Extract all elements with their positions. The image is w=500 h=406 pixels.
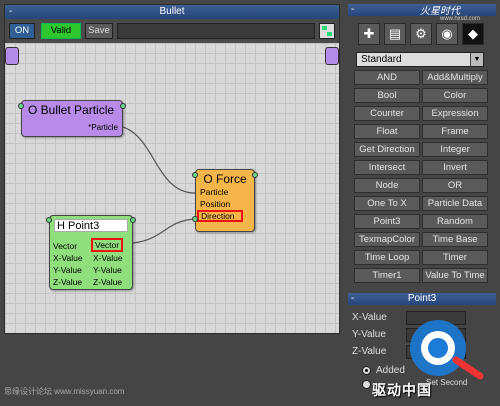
- zoom-icon[interactable]: ◉: [436, 23, 458, 45]
- delete-node-icon[interactable]: ▤: [384, 23, 406, 45]
- point3-rollout-title: Point3: [407, 293, 437, 304]
- particle-editor-window: - Bullet ON Valid Save O Bullet Particle…: [4, 4, 340, 334]
- point3-node-title[interactable]: H Point3: [54, 219, 128, 232]
- panel-icon-toolbar: ✚ ▤ ⚙ ◉ ◆: [358, 23, 488, 45]
- point3-out-vector[interactable]: Vector: [91, 238, 124, 252]
- bullet-particle-node[interactable]: O Bullet Particle *Particle: [21, 100, 123, 137]
- operator-button-particle-data[interactable]: Particle Data: [422, 196, 488, 211]
- operator-button-time-base[interactable]: Time Base: [422, 232, 488, 247]
- force-node-title: O Force: [203, 172, 247, 186]
- point3-node[interactable]: H Point3 Vector Vector X-Value X-Value Y…: [49, 215, 133, 290]
- settings-gear-icon[interactable]: ⚙: [410, 23, 432, 45]
- operators-minimize-button[interactable]: -: [351, 4, 354, 16]
- operator-button-bool[interactable]: Bool: [354, 88, 420, 103]
- point3-out-z[interactable]: Z-Value: [93, 276, 122, 288]
- point3-in-z[interactable]: Z-Value: [53, 276, 82, 288]
- point3-out-y[interactable]: Y-Value: [93, 264, 122, 276]
- editor-minimize-button[interactable]: -: [9, 5, 12, 19]
- brand-logo-text: 火星时代: [420, 6, 460, 17]
- point3-row-x: X-Value X-Value: [50, 252, 132, 264]
- particle-out-connector[interactable]: [120, 103, 126, 109]
- editor-title: Bullet: [159, 6, 185, 17]
- operator-button-one-to-x[interactable]: One To X: [354, 196, 420, 211]
- operator-button-intersect[interactable]: Intersect: [354, 160, 420, 175]
- operator-button-get-direction[interactable]: Get Direction: [354, 142, 420, 157]
- point3-rollout-header[interactable]: - Point3: [348, 293, 496, 305]
- z-value-label: Z-Value: [352, 346, 387, 357]
- description-field[interactable]: [117, 23, 315, 39]
- particle-node-title: O Bullet Particle: [28, 103, 115, 117]
- particle-in-connector[interactable]: [18, 103, 24, 109]
- wire-vector-to-direction[interactable]: [132, 218, 196, 244]
- operator-button-time-loop[interactable]: Time Loop: [354, 250, 420, 265]
- operator-button-counter[interactable]: Counter: [354, 106, 420, 121]
- operator-button-timer1[interactable]: Timer1: [354, 268, 420, 283]
- app-root: - Bullet ON Valid Save O Bullet Particle…: [0, 0, 500, 406]
- force-port-particle[interactable]: Particle: [196, 186, 254, 198]
- brand-url-text: www.hxsd.com: [440, 16, 481, 22]
- point3-row-z: Z-Value Z-Value: [50, 276, 132, 288]
- category-dropdown[interactable]: Standard ▼: [356, 52, 484, 67]
- force-direction-connector[interactable]: [192, 216, 198, 222]
- operator-button-value-to-time[interactable]: Value To Time: [422, 268, 488, 283]
- y-value-label: Y-Value: [352, 329, 386, 340]
- force-node[interactable]: O Force Particle Position Direction: [195, 169, 255, 232]
- point3-in-y[interactable]: Y-Value: [53, 264, 82, 276]
- editor-toolbar: ON Valid Save: [5, 19, 339, 43]
- operator-button-expression[interactable]: Expression: [422, 106, 488, 121]
- point3-row-y: Y-Value Y-Value: [50, 264, 132, 276]
- operator-button-node[interactable]: Node: [354, 178, 420, 193]
- point3-in-vector[interactable]: Vector: [53, 240, 77, 252]
- point3-in-connector[interactable]: [46, 217, 52, 223]
- operator-button-point3[interactable]: Point3: [354, 214, 420, 229]
- category-dropdown-value: Standard: [361, 54, 402, 65]
- point3-row-vector: Vector Vector: [50, 238, 132, 252]
- operator-button-texmapcolor[interactable]: TexmapColor: [354, 232, 420, 247]
- watermark-logo: [410, 320, 484, 380]
- layout-icon[interactable]: [319, 23, 335, 39]
- point3-minimize-button[interactable]: -: [351, 293, 354, 305]
- force-port-position[interactable]: Position: [196, 198, 254, 210]
- watermark-brand-text: 驱动中国: [372, 382, 432, 398]
- point3-out-x[interactable]: X-Value: [93, 252, 123, 264]
- operator-button-frame[interactable]: Frame: [422, 124, 488, 139]
- operator-button-and[interactable]: AND: [354, 70, 420, 85]
- valid-status-button[interactable]: Valid: [41, 23, 81, 39]
- operator-button-random[interactable]: Random: [422, 214, 488, 229]
- point3-in-x[interactable]: X-Value: [53, 252, 83, 264]
- operator-button-float[interactable]: Float: [354, 124, 420, 139]
- operator-button-color[interactable]: Color: [422, 88, 488, 103]
- particle-output-port[interactable]: *Particle: [88, 123, 118, 132]
- footer-watermark-text: 思缘设计论坛 www.missyuan.com: [4, 387, 125, 396]
- force-in-connector[interactable]: [192, 172, 198, 178]
- force-port-direction[interactable]: Direction: [197, 210, 243, 222]
- editor-titlebar[interactable]: - Bullet: [5, 5, 339, 19]
- point3-out-connector[interactable]: [130, 217, 136, 223]
- operator-button-timer[interactable]: Timer: [422, 250, 488, 265]
- node-canvas[interactable]: O Bullet Particle *Particle O Force Part…: [5, 43, 339, 333]
- on-toggle-button[interactable]: ON: [9, 23, 35, 39]
- added-radio[interactable]: [362, 366, 371, 375]
- force-out-connector[interactable]: [252, 172, 258, 178]
- x-value-label: X-Value: [352, 312, 387, 323]
- operator-button-invert[interactable]: Invert: [422, 160, 488, 175]
- operator-button-or[interactable]: OR: [422, 178, 488, 193]
- add-node-icon[interactable]: ✚: [358, 23, 380, 45]
- operator-button-add-multiply[interactable]: Add&Multiply: [422, 70, 488, 85]
- chevron-down-icon[interactable]: ▼: [470, 53, 483, 66]
- wire-particle-to-force[interactable]: [118, 125, 196, 194]
- save-button[interactable]: Save: [85, 23, 113, 39]
- cube-icon[interactable]: ◆: [462, 23, 484, 45]
- set-second-radio[interactable]: [362, 380, 371, 389]
- operator-button-integer[interactable]: Integer: [422, 142, 488, 157]
